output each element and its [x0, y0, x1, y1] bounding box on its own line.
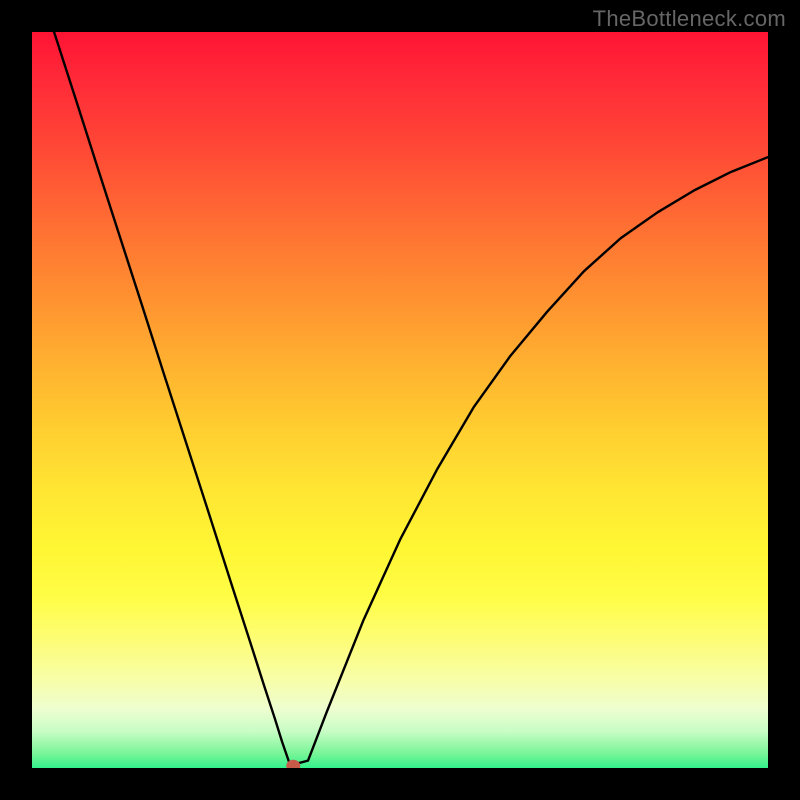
watermark-text: TheBottleneck.com: [593, 6, 786, 32]
bottleneck-curve: [54, 32, 768, 764]
plot-area: [32, 32, 768, 768]
chart-svg: [32, 32, 768, 768]
chart-frame: TheBottleneck.com: [0, 0, 800, 800]
